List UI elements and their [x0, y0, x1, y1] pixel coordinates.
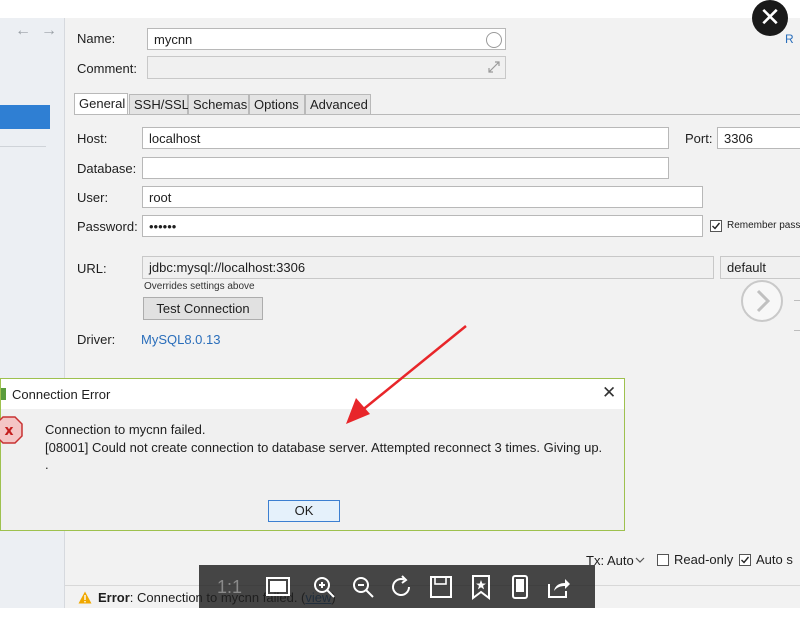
warning-icon [78, 591, 92, 604]
url-value: jdbc:mysql://localhost:3306 [149, 260, 306, 275]
ok-button[interactable]: OK [268, 500, 340, 522]
url-field[interactable]: jdbc:mysql://localhost:3306 [142, 256, 714, 279]
user-value: root [149, 190, 172, 205]
name-value: mycnn [154, 32, 193, 47]
tab-ssh-ssl[interactable]: SSH/SSL [129, 94, 189, 114]
edge-mark [794, 330, 800, 331]
password-field[interactable]: •••••• [142, 215, 703, 237]
top-right-link[interactable]: R [785, 32, 794, 46]
dialog-close-icon[interactable]: ✕ [602, 383, 616, 403]
status-prefix: Error [98, 590, 130, 605]
error-message-detail: [08001] Could not create connection to d… [45, 440, 603, 455]
divider [0, 146, 46, 147]
password-label: Password: [77, 219, 138, 234]
host-value: localhost [149, 131, 201, 146]
zoom-ratio-button[interactable]: 1:1 [217, 577, 242, 598]
port-field[interactable]: 3306 [717, 127, 800, 149]
color-picker-icon[interactable] [486, 32, 502, 48]
dialog-titlebar: Connection Error ✕ [1, 379, 624, 409]
host-field[interactable]: localhost [142, 127, 669, 149]
selected-connection-item[interactable] [0, 105, 50, 129]
host-label: Host: [77, 131, 108, 146]
remember-password-label: Remember pass [727, 220, 800, 231]
checkmark-icon [741, 556, 750, 564]
connection-error-dialog: Connection Error ✕ x Connection to mycnn… [0, 378, 625, 531]
back-arrow-icon[interactable]: ← [15, 22, 31, 40]
tab-general[interactable]: General [74, 93, 128, 115]
rotate-icon[interactable] [389, 574, 415, 600]
annotation-arrow [346, 325, 467, 424]
name-label: Name: [77, 31, 116, 46]
auto-commit-label: Auto s [756, 552, 793, 567]
tab-schemas[interactable]: Schemas [188, 94, 249, 114]
url-label: URL: [77, 261, 107, 276]
driver-label: Driver: [77, 332, 116, 347]
viewer-close-button[interactable]: ✕ [752, 0, 788, 36]
user-field[interactable]: root [142, 186, 703, 208]
bottom-strip [0, 608, 800, 621]
comment-label: Comment: [77, 61, 137, 76]
url-mode-select[interactable]: default [720, 256, 800, 279]
driver-link[interactable]: MySQL8.0.13 [141, 332, 221, 347]
tab-underline [74, 114, 800, 115]
name-field[interactable]: mycnn [147, 28, 506, 50]
url-mode-value: default [727, 260, 767, 275]
error-message-summary: Connection to mycnn failed. [45, 422, 206, 437]
remember-password-checkbox[interactable] [710, 220, 722, 232]
close-icon: ✕ [759, 2, 781, 32]
test-connection-button[interactable]: Test Connection [143, 297, 263, 320]
overrides-note: Overrides settings above [144, 281, 255, 292]
fit-screen-icon[interactable] [265, 574, 291, 600]
database-label: Database: [77, 161, 137, 176]
user-label: User: [77, 190, 109, 205]
checkmark-icon [712, 222, 721, 230]
port-label: Port: [685, 131, 713, 146]
tab-advanced[interactable]: Advanced [305, 94, 371, 114]
read-only-checkbox[interactable] [657, 554, 669, 566]
read-only-label: Read-only [674, 552, 734, 567]
next-image-button[interactable] [741, 280, 783, 322]
tab-options[interactable]: Options [249, 94, 305, 114]
error-icon: x [0, 416, 23, 444]
database-field[interactable] [142, 157, 669, 179]
image-viewer-toolbar: 1:1 [199, 565, 595, 610]
forward-arrow-icon[interactable]: → [41, 22, 57, 40]
expand-icon[interactable] [487, 60, 501, 74]
comment-field[interactable] [147, 56, 506, 79]
share-icon[interactable] [546, 574, 572, 600]
error-message-trailer: . [45, 457, 49, 472]
chevron-down-icon[interactable] [635, 555, 645, 565]
zoom-in-icon[interactable] [311, 574, 337, 600]
app-icon [1, 388, 6, 400]
edge-mark [794, 300, 800, 301]
port-value: 3306 [724, 131, 753, 146]
chevron-right-icon [756, 289, 771, 313]
password-value: •••••• [149, 219, 177, 234]
error-icon-glyph: x [4, 423, 13, 439]
phone-icon[interactable] [507, 574, 533, 600]
auto-commit-checkbox[interactable] [739, 554, 751, 566]
bookmark-icon[interactable] [468, 574, 494, 600]
save-icon[interactable] [428, 574, 454, 600]
dialog-title: Connection Error [12, 387, 111, 402]
zoom-out-icon[interactable] [350, 574, 376, 600]
